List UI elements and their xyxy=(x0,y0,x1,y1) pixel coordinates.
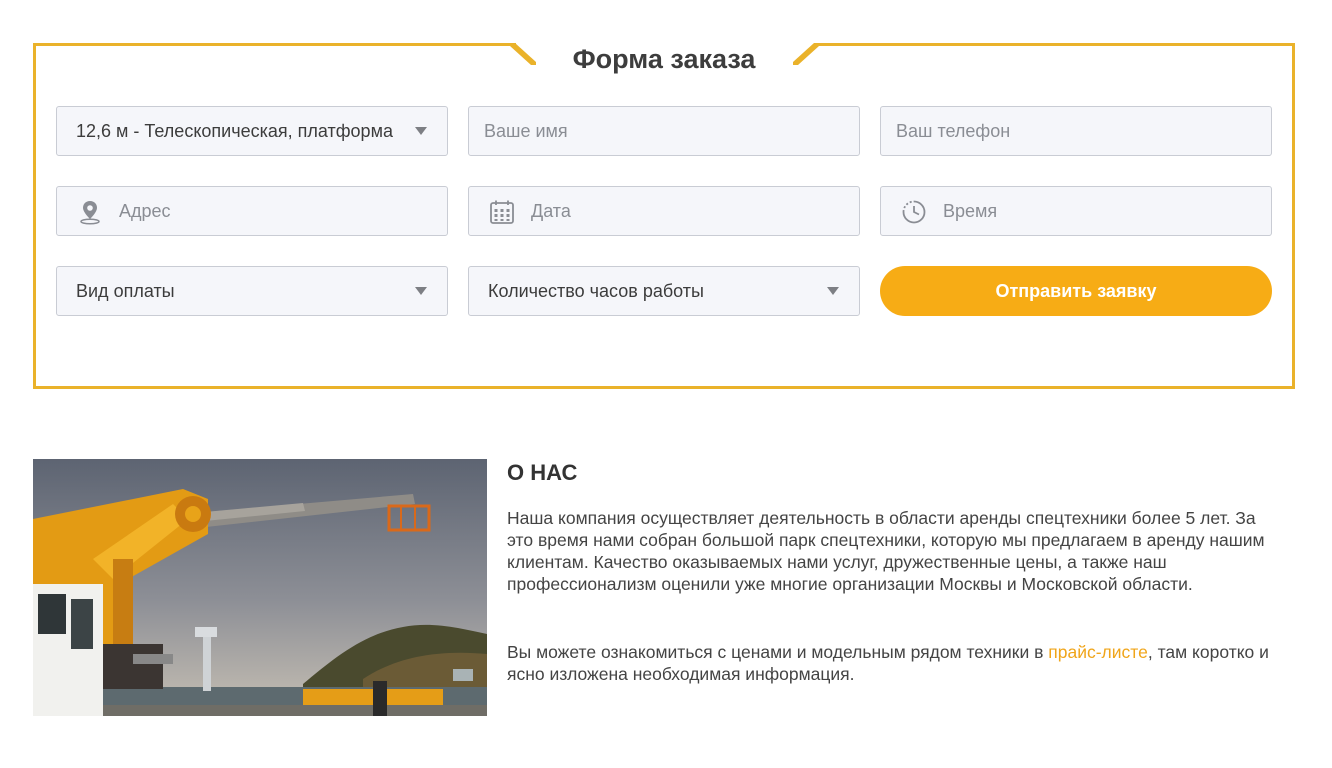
address-placeholder: Адрес xyxy=(119,201,171,221)
payment-select-value: Вид оплаты xyxy=(76,281,175,301)
chevron-down-icon xyxy=(415,127,427,135)
phone-placeholder: Ваш телефон xyxy=(896,121,1011,141)
name-placeholder: Ваше имя xyxy=(484,121,568,141)
address-input[interactable]: Адрес xyxy=(56,186,448,236)
name-input[interactable]: Ваше имя xyxy=(468,106,860,156)
hours-select[interactable]: Количество часов работы xyxy=(468,266,860,316)
about-title: О НАС xyxy=(507,460,578,485)
date-input[interactable]: Дата xyxy=(468,186,860,236)
order-form: Форма заказа 12,6 м - Телескопическая, п… xyxy=(33,40,1295,389)
payment-select[interactable]: Вид оплаты xyxy=(56,266,448,316)
calendar-icon xyxy=(490,200,514,224)
time-input[interactable]: Время xyxy=(880,186,1272,236)
equipment-select-value: 12,6 м - Телескопическая, платформа xyxy=(76,121,393,141)
equipment-select[interactable]: 12,6 м - Телескопическая, платформа xyxy=(56,106,448,156)
location-pin-icon xyxy=(80,201,100,225)
phone-input[interactable]: Ваш телефон xyxy=(880,106,1272,156)
hours-select-value: Количество часов работы xyxy=(488,281,704,301)
crane-truck-photo xyxy=(33,459,487,716)
chevron-down-icon xyxy=(827,287,839,295)
time-placeholder: Время xyxy=(943,201,998,221)
chevron-down-icon xyxy=(415,287,427,295)
about-paragraph-2-start: Вы можете ознакомиться с ценами и модель… xyxy=(507,642,1049,662)
price-list-link[interactable]: прайс-листе xyxy=(1048,642,1148,662)
about-paragraph-2: Вы можете ознакомиться с ценами и модель… xyxy=(507,641,1277,685)
about-paragraph-1: Наша компания осуществляет деятельность … xyxy=(507,508,1265,594)
clock-icon xyxy=(902,200,926,224)
form-title: Форма заказа xyxy=(572,44,756,74)
date-placeholder: Дата xyxy=(531,201,571,221)
submit-order-button[interactable]: Отправить заявку xyxy=(880,266,1272,316)
